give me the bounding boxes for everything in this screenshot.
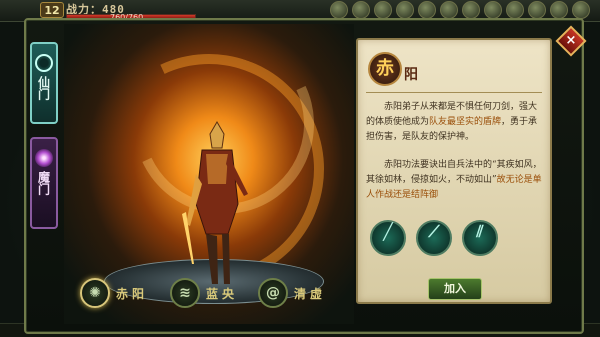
close-icon: × [565,33,577,48]
divider [366,92,542,93]
class-button-chiyang[interactable]: ✺ 赤阳 [80,278,148,308]
class-label: 蓝央 [206,286,239,301]
menu-icon[interactable] [330,1,348,19]
tab-label: 魔门 [36,171,51,195]
tab-mo-men[interactable]: 魔门 [30,137,58,229]
class-name-first-char: 赤 [368,52,402,86]
skill-icon-1[interactable]: ╱ [370,220,406,256]
character-model[interactable] [182,114,252,294]
menu-icon[interactable] [462,1,480,19]
wave-icon: ≋ [170,278,200,308]
tab-label: 仙门 [36,76,51,100]
sun-icon: ✺ [80,278,110,308]
join-button[interactable]: 加入 [428,278,482,300]
desc-highlight: 队友最坚实的盾牌 [429,117,502,127]
menu-icon[interactable] [550,1,568,19]
class-description-2: 赤阳功法要诀出自兵法中的“其疾如风，其徐如林，侵掠如火，不动如山”故无论是单人作… [366,158,544,203]
skill-icon-3[interactable]: ⫽ [462,220,498,256]
top-icon-row [330,1,590,19]
menu-icon[interactable] [484,1,502,19]
class-name-rest: 阳 [404,67,418,83]
menu-icon[interactable] [572,1,590,19]
menu-icon[interactable] [352,1,370,19]
class-label: 赤阳 [116,286,149,301]
menu-icon[interactable] [528,1,546,19]
menu-icon[interactable] [440,1,458,19]
tab-xian-men[interactable]: 仙门 [30,42,58,124]
class-description-1: 赤阳弟子从来都是不惧任何刀剑，强大的体质使他成为队友最坚实的盾牌，勇于承担伤害，… [366,100,544,145]
flame-icon [35,149,53,167]
skill-icon-2[interactable]: ⟋ [416,220,452,256]
class-button-qingxu[interactable]: @ 清虚 [258,278,326,308]
menu-icon[interactable] [418,1,436,19]
menu-icon[interactable] [396,1,414,19]
swirl-icon: @ [258,278,288,308]
class-button-lanyang[interactable]: ≋ 蓝央 [170,278,238,308]
class-label: 清虚 [294,286,327,301]
menu-icon[interactable] [506,1,524,19]
level-badge: 12 [40,2,64,18]
menu-icon[interactable] [374,1,392,19]
crescent-icon [35,54,53,72]
